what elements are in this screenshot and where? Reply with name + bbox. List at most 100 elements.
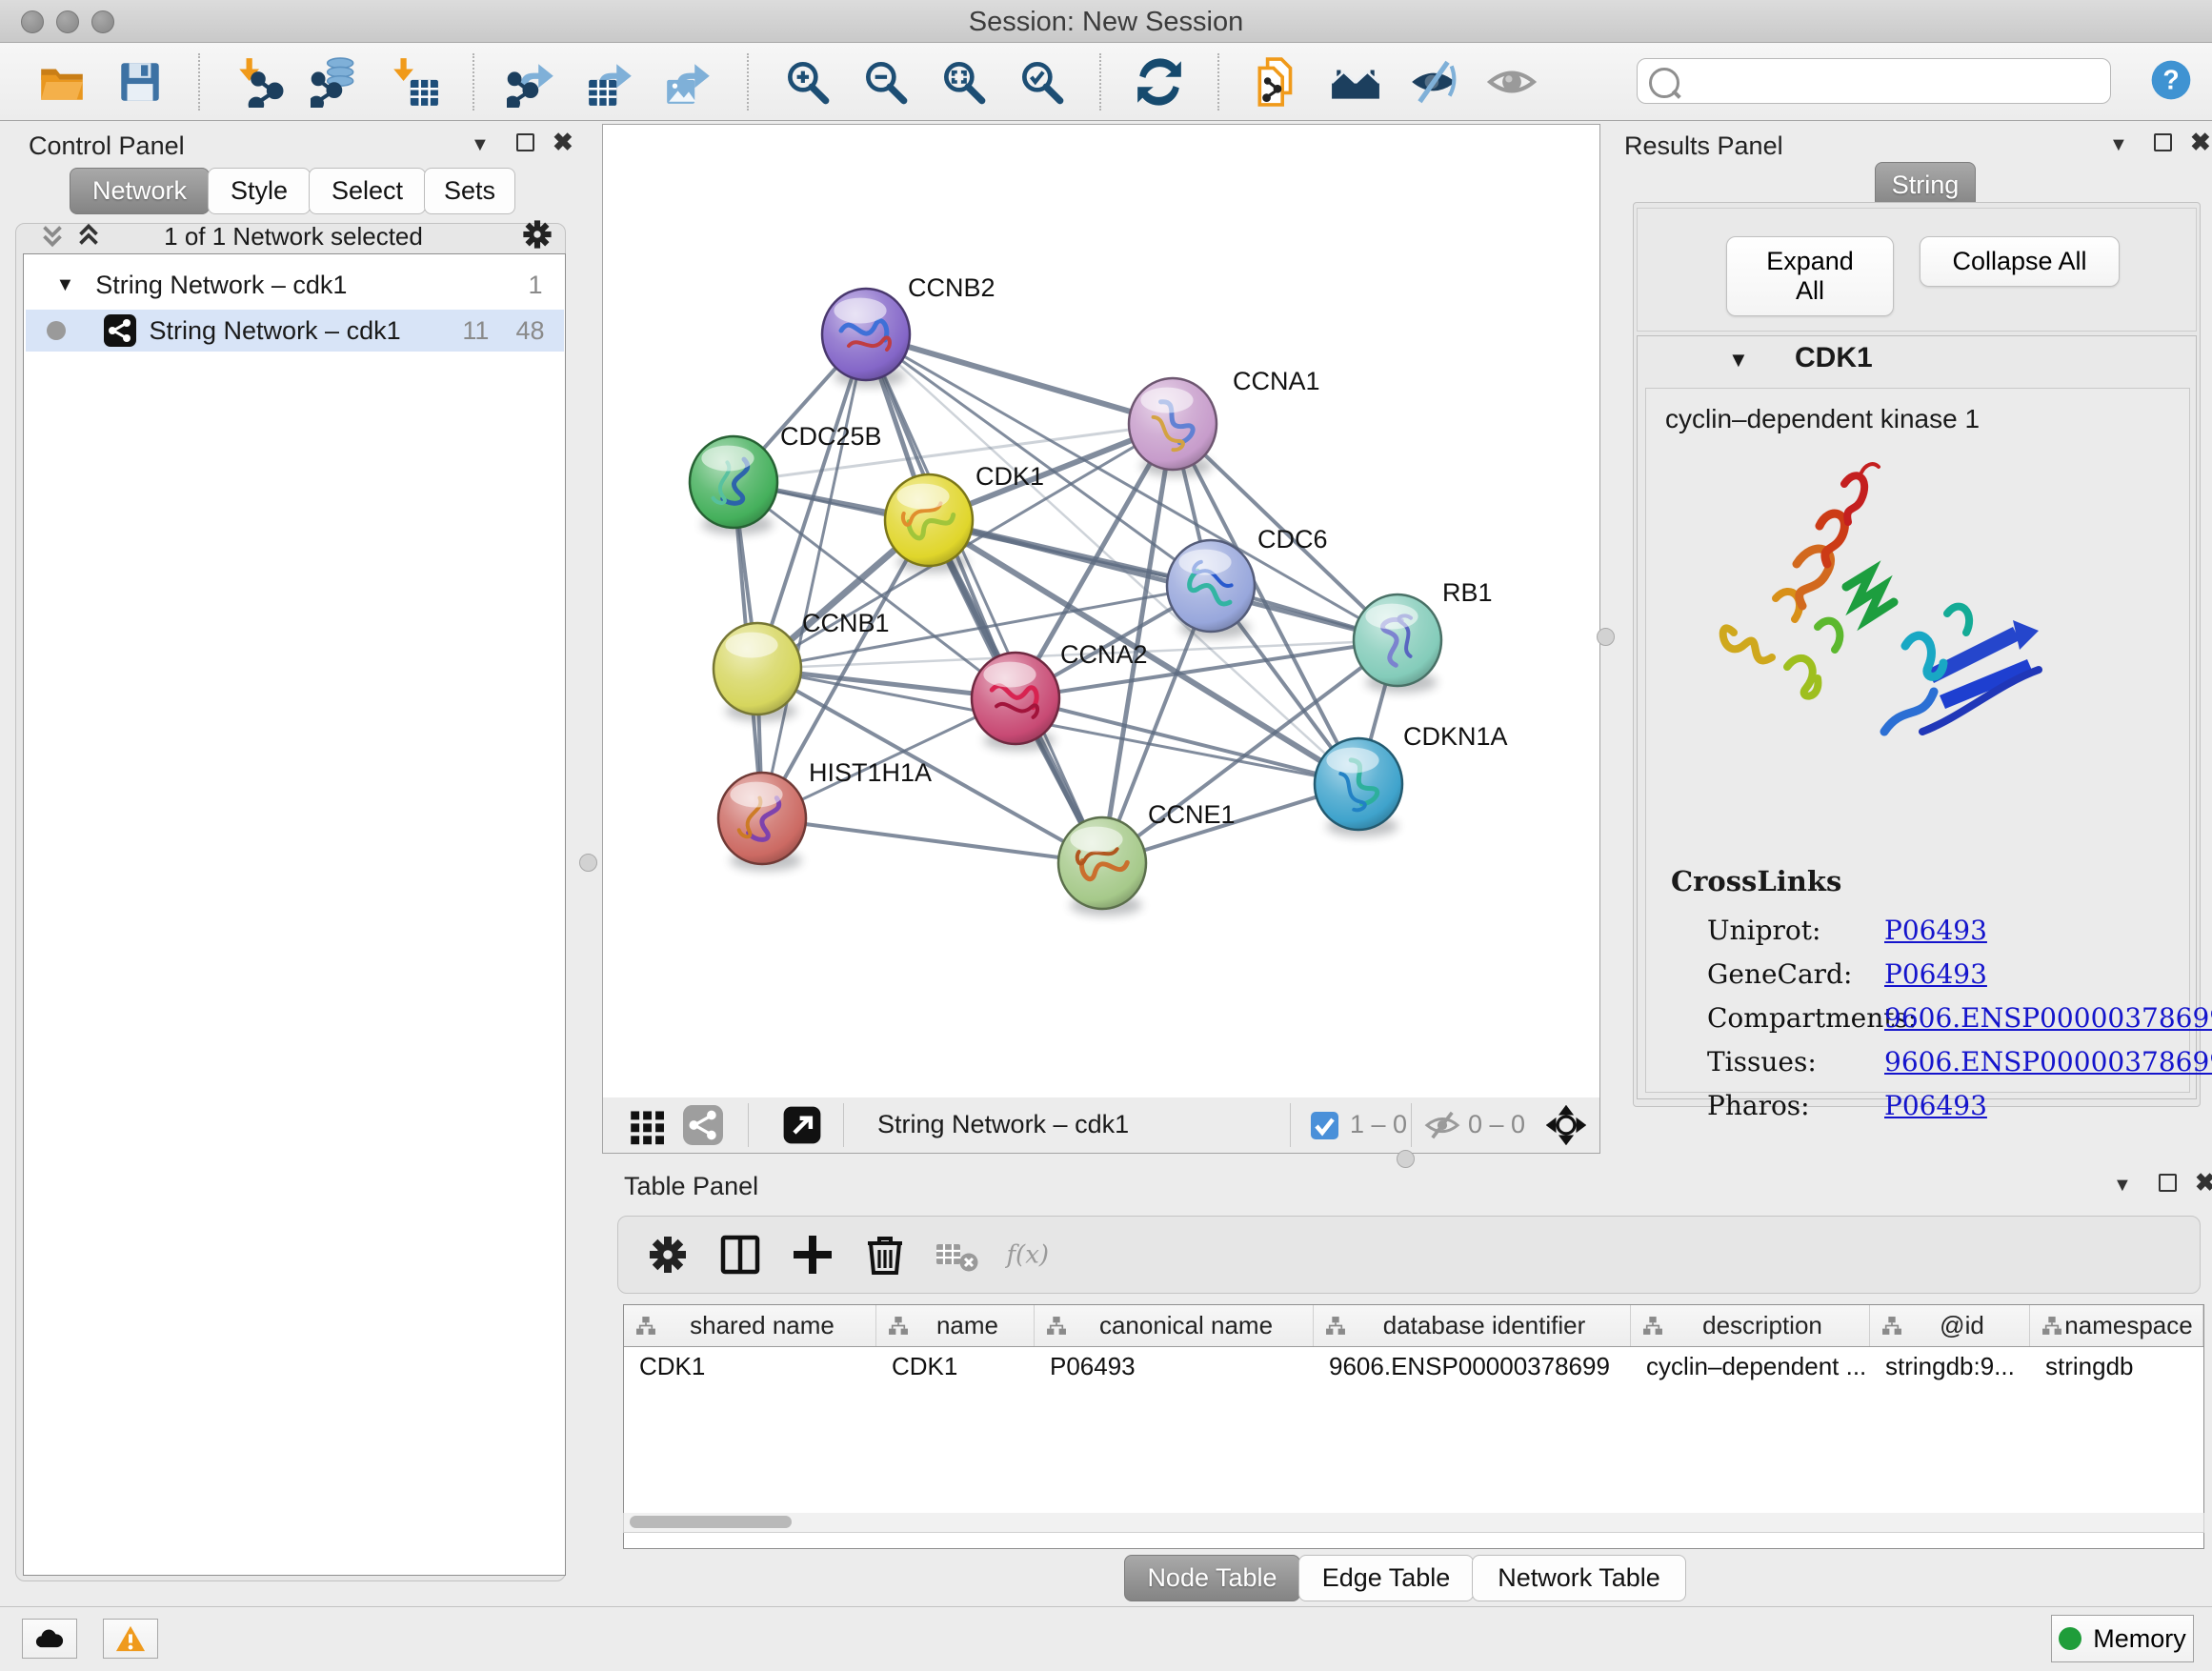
delete-table-icon[interactable] xyxy=(933,1230,982,1279)
column-header-description[interactable]: description xyxy=(1631,1305,1870,1346)
open-in-window-icon[interactable] xyxy=(782,1105,822,1145)
selected-checkbox-icon[interactable] xyxy=(1311,1112,1338,1139)
title-bar: Session: New Session xyxy=(0,0,2212,43)
table-panel-title: Table Panel xyxy=(624,1172,758,1201)
node-CCNA1[interactable] xyxy=(1129,378,1217,476)
edge-CCNA2-CDKN1A[interactable] xyxy=(1016,698,1358,784)
cdk1-expander-icon[interactable]: ▼ xyxy=(1728,348,1749,372)
network-options-gear-icon[interactable] xyxy=(518,215,556,257)
show-results-button[interactable] xyxy=(1486,56,1538,108)
tab-sets[interactable]: Sets xyxy=(424,168,515,214)
network-collection-row[interactable]: ▼ String Network – cdk1 1 xyxy=(26,264,564,306)
add-column-icon[interactable] xyxy=(788,1230,837,1279)
refresh-button[interactable] xyxy=(1134,56,1185,108)
collapse-all-networks-icon[interactable] xyxy=(36,219,69,255)
node-CCNA2[interactable] xyxy=(972,653,1059,751)
column-header-shared-name[interactable]: shared name xyxy=(624,1305,876,1346)
column-header-namespace[interactable]: namespace xyxy=(2030,1305,2203,1346)
import-network-button[interactable] xyxy=(232,56,284,108)
hide-results-button[interactable] xyxy=(1408,56,1459,108)
cell-shared-name[interactable]: CDK1 xyxy=(624,1346,876,1387)
memory-button[interactable]: Memory xyxy=(2051,1615,2194,1662)
collapse-all-button[interactable]: Collapse All xyxy=(1920,236,2120,287)
cell-namespace[interactable]: stringdb xyxy=(2030,1346,2203,1387)
collection-expander-icon[interactable]: ▼ xyxy=(56,274,75,296)
export-table-button[interactable] xyxy=(585,56,636,108)
help-button[interactable]: ? xyxy=(2149,58,2193,102)
warning-button[interactable] xyxy=(103,1619,158,1659)
control-panel-float-icon[interactable] xyxy=(516,133,534,155)
fit-selected-crosshair-icon[interactable] xyxy=(1546,1105,1586,1145)
crosslink-link[interactable]: 9606.ENSP00000378699 xyxy=(1884,1002,2212,1034)
split-columns-icon[interactable] xyxy=(715,1230,765,1279)
results-panel-close-icon[interactable]: ✖ xyxy=(2190,130,2211,154)
tab-network-table[interactable]: Network Table xyxy=(1472,1555,1686,1601)
node-CCNE1[interactable] xyxy=(1058,817,1146,916)
network-canvas[interactable]: CCNB2 CCNA1 CDC25B CDK1 CDC6 RB1CCNB1 CC… xyxy=(602,124,1600,1099)
home-button[interactable] xyxy=(1330,56,1381,108)
cell-name[interactable]: CDK1 xyxy=(876,1346,1035,1387)
crosslink-link[interactable]: 9606.ENSP00000378699 xyxy=(1884,1046,2212,1077)
cell-canonical-name[interactable]: P06493 xyxy=(1035,1346,1314,1387)
control-panel-close-icon[interactable]: ✖ xyxy=(553,130,573,154)
network-row-selected[interactable]: String Network – cdk1 11 48 xyxy=(26,310,564,352)
edge-HIST1H1A-CCNE1[interactable] xyxy=(762,818,1102,863)
node-CDC6[interactable] xyxy=(1167,540,1255,638)
cloud-button[interactable] xyxy=(22,1619,77,1659)
import-table-button[interactable] xyxy=(389,56,440,108)
expand-all-button[interactable]: Expand All xyxy=(1726,236,1894,316)
edge-CCNB2-CCNA1[interactable] xyxy=(866,334,1173,424)
zoom-selected-button[interactable] xyxy=(1016,56,1067,108)
edge-CCNB2-HIST1H1A[interactable] xyxy=(762,334,866,818)
expand-all-networks-icon[interactable] xyxy=(72,219,105,255)
table-panel-menu-icon[interactable]: ▼ xyxy=(2113,1176,2132,1195)
tab-select[interactable]: Select xyxy=(309,168,426,214)
column-header-database-identifier[interactable]: database identifier xyxy=(1314,1305,1631,1346)
column-header-name[interactable]: name xyxy=(876,1305,1035,1346)
table-gear-icon[interactable] xyxy=(643,1230,693,1279)
zoom-fit-button[interactable] xyxy=(937,56,989,108)
table-panel-close-icon[interactable]: ✖ xyxy=(2195,1170,2212,1195)
tab-node-table[interactable]: Node Table xyxy=(1124,1555,1300,1601)
export-image-button[interactable] xyxy=(663,56,714,108)
clone-network-button[interactable] xyxy=(1252,56,1303,108)
hidden-eye-slash-icon xyxy=(1424,1110,1460,1140)
zoom-in-button[interactable] xyxy=(781,56,833,108)
crosslink-link[interactable]: P06493 xyxy=(1884,958,1987,990)
search-input[interactable] xyxy=(1687,62,2101,98)
node-CDKN1A[interactable] xyxy=(1315,738,1402,836)
table-horizontal-scrollbar[interactable] xyxy=(623,1513,2204,1533)
node-CCNB1[interactable] xyxy=(714,623,801,721)
left-splitter-handle[interactable] xyxy=(579,854,597,872)
table-panel-float-icon[interactable] xyxy=(2159,1174,2177,1196)
node-CDC25B[interactable] xyxy=(690,436,777,534)
table-row[interactable]: CDK1CDK1P064939606.ENSP00000378699cyclin… xyxy=(624,1346,2203,1387)
export-network-button[interactable] xyxy=(507,56,558,108)
import-database-button[interactable] xyxy=(311,56,362,108)
zoom-out-button[interactable] xyxy=(859,56,911,108)
tab-network[interactable]: Network xyxy=(70,168,210,214)
tab-style[interactable]: Style xyxy=(208,168,311,214)
network-share-icon[interactable] xyxy=(683,1105,723,1145)
crosslink-link[interactable]: P06493 xyxy=(1884,915,1987,946)
cell-description[interactable]: cyclin–dependent ... xyxy=(1631,1346,1870,1387)
node-CCNB2[interactable] xyxy=(822,289,910,387)
crosslink-link[interactable]: P06493 xyxy=(1884,1090,1987,1121)
function-builder-icon[interactable]: f(x) xyxy=(1005,1230,1074,1279)
control-panel-menu-icon[interactable]: ▼ xyxy=(471,135,490,154)
toolbar-separator xyxy=(198,53,200,111)
open-session-button[interactable] xyxy=(36,56,88,108)
birds-eye-grid-icon[interactable] xyxy=(628,1105,668,1145)
results-panel-float-icon[interactable] xyxy=(2154,133,2172,155)
results-panel-menu-icon[interactable]: ▼ xyxy=(2109,135,2128,154)
column-header-canonical-name[interactable]: canonical name xyxy=(1035,1305,1314,1346)
node-HIST1H1A[interactable] xyxy=(718,773,806,871)
save-session-button[interactable] xyxy=(114,56,166,108)
tab-edge-table[interactable]: Edge Table xyxy=(1298,1555,1474,1601)
cell-database-identifier[interactable]: 9606.ENSP00000378699 xyxy=(1314,1346,1631,1387)
delete-column-icon[interactable] xyxy=(860,1230,910,1279)
cell--id[interactable]: stringdb:9... xyxy=(1870,1346,2030,1387)
node-CDK1[interactable] xyxy=(885,474,973,573)
node-RB1[interactable] xyxy=(1354,594,1441,693)
column-header--id[interactable]: @id xyxy=(1870,1305,2030,1346)
